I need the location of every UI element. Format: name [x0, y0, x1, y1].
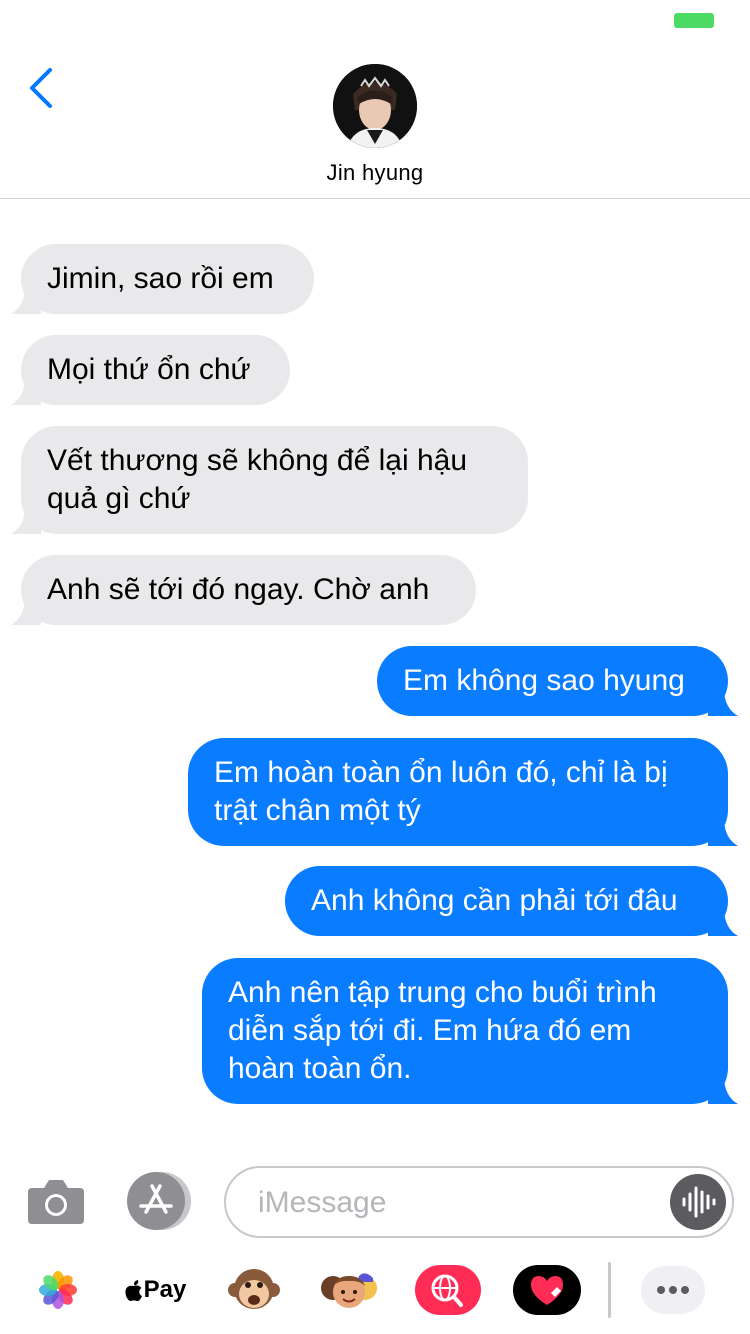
globe-search-icon	[415, 1265, 481, 1315]
bubble-tail	[11, 506, 41, 534]
message-bubble-outgoing[interactable]: Anh nên tập trung cho buổi trình diễn sắ…	[202, 958, 738, 1104]
message-text: Em không sao hyung	[403, 664, 685, 697]
message-text: Anh nên tập trung cho buổi trình diễn sắ…	[228, 976, 657, 1085]
contact-avatar[interactable]	[333, 64, 417, 148]
apple-pay-button[interactable]: Pay	[122, 1260, 188, 1320]
message-compose-field[interactable]	[224, 1166, 734, 1238]
more-apps-button[interactable]	[640, 1260, 706, 1320]
message-text: Anh không cần phải tới đâu	[311, 884, 678, 917]
header-divider	[0, 198, 750, 199]
camera-icon	[28, 1180, 84, 1224]
heart-touch-icon	[513, 1265, 581, 1315]
bubble-tail	[11, 377, 41, 405]
digital-touch-button[interactable]	[512, 1260, 582, 1320]
app-drawer-divider	[608, 1262, 611, 1318]
camera-button[interactable]	[26, 1174, 86, 1228]
photos-icon	[39, 1271, 77, 1309]
message-text: Em hoàn toàn ổn luôn đó, chỉ là bị trật …	[214, 756, 668, 827]
audio-waveform-icon	[682, 1186, 716, 1218]
message-text: Vết thương sẽ không để lại hậu quả gì ch…	[47, 444, 468, 515]
message-bubble-outgoing[interactable]: Em không sao hyung	[377, 646, 738, 716]
photos-app-button[interactable]	[36, 1260, 80, 1320]
message-bubble-incoming[interactable]: Anh sẽ tới đó ngay. Chờ anh	[11, 555, 476, 625]
bubble-tail	[708, 1076, 738, 1104]
monkey-animoji-icon	[228, 1269, 280, 1309]
memoji-stickers-icon	[321, 1273, 377, 1308]
message-input[interactable]	[256, 1168, 660, 1238]
battery-indicator	[674, 13, 714, 28]
message-text: Jimin, sao rồi em	[47, 262, 274, 295]
message-bubble-outgoing[interactable]: Em hoàn toàn ổn luôn đó, chỉ là bị trật …	[188, 738, 738, 846]
app-store-icon	[127, 1172, 191, 1230]
message-text: Anh sẽ tới đó ngay. Chờ anh	[47, 573, 430, 606]
bubble-tail	[11, 597, 41, 625]
back-button[interactable]	[20, 66, 64, 110]
message-bubble-incoming[interactable]: Mọi thứ ổn chứ	[11, 335, 290, 405]
animoji-button[interactable]	[226, 1260, 282, 1320]
bubble-tail	[708, 908, 738, 936]
memoji-stickers-button[interactable]	[318, 1260, 380, 1320]
contact-name[interactable]: Jin hyung	[0, 160, 750, 186]
apple-logo-icon	[125, 1280, 142, 1302]
message-bubble-incoming[interactable]: Jimin, sao rồi em	[11, 244, 314, 314]
more-icon	[641, 1266, 705, 1314]
message-bubble-outgoing[interactable]: Anh không cần phải tới đâu	[285, 866, 738, 936]
app-drawer: Pay	[0, 1256, 750, 1326]
avatar-photo	[333, 64, 417, 148]
message-text: Mọi thứ ổn chứ	[47, 353, 251, 386]
chevron-left-icon	[30, 68, 52, 108]
bubble-tail	[11, 286, 41, 314]
app-store-button[interactable]	[124, 1170, 192, 1232]
images-search-button[interactable]	[414, 1260, 482, 1320]
bubble-tail	[708, 818, 738, 846]
message-bubble-incoming[interactable]: Vết thương sẽ không để lại hậu quả gì ch…	[11, 426, 528, 534]
apple-pay-label: Pay	[143, 1276, 187, 1303]
audio-message-button[interactable]	[670, 1174, 726, 1230]
bubble-tail	[708, 688, 738, 716]
